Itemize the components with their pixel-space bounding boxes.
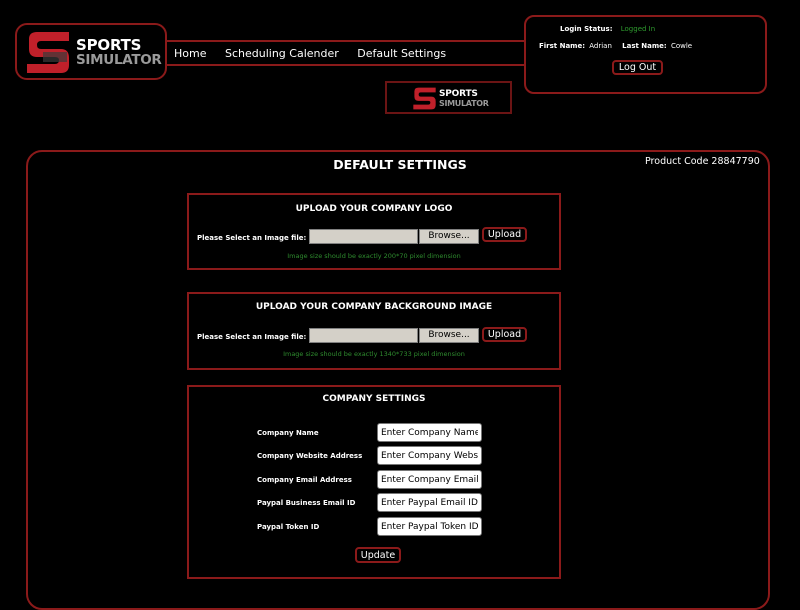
background-browse-button[interactable]: Browse... bbox=[419, 328, 479, 343]
update-button[interactable]: Update bbox=[355, 547, 401, 563]
paypal-email-label: Paypal Business Email ID bbox=[257, 499, 356, 507]
paypal-token-label: Paypal Token ID bbox=[257, 523, 320, 531]
nav-home[interactable]: Home bbox=[174, 47, 206, 60]
background-size-hint: Image size should be exactly 1340*733 pi… bbox=[283, 350, 465, 358]
company-email-label: Company Email Address bbox=[257, 476, 352, 484]
logout-button[interactable]: Log Out bbox=[612, 60, 663, 75]
company-website-input[interactable] bbox=[377, 446, 482, 465]
product-code: Product Code 28847790 bbox=[645, 156, 760, 167]
brand-logo-small: SPORTS SIMULATOR bbox=[385, 81, 512, 114]
background-upload-button[interactable]: Upload bbox=[482, 327, 527, 342]
first-name-label: First Name: bbox=[539, 42, 586, 50]
brand-small-line1: SPORTS bbox=[439, 89, 478, 99]
company-email-input[interactable] bbox=[377, 470, 482, 489]
brand-line2: SIMULATOR bbox=[76, 52, 162, 68]
company-name-input[interactable] bbox=[377, 423, 482, 442]
paypal-email-input[interactable] bbox=[377, 493, 482, 512]
nav-default-settings[interactable]: Default Settings bbox=[357, 47, 446, 60]
logo-upload-title: UPLOAD YOUR COMPANY LOGO bbox=[295, 204, 453, 214]
logo-s-icon bbox=[413, 87, 436, 110]
company-name-label: Company Name bbox=[257, 429, 319, 437]
header-bar-bottom bbox=[165, 64, 527, 66]
logo-size-hint: Image size should be exactly 200*70 pixe… bbox=[287, 252, 461, 260]
background-file-label: Please Select an Image file: bbox=[197, 333, 307, 341]
logo-upload-button[interactable]: Upload bbox=[482, 227, 527, 242]
logo-file-input[interactable] bbox=[309, 229, 418, 244]
last-name-label: Last Name: bbox=[622, 42, 667, 50]
company-website-label: Company Website Address bbox=[257, 452, 363, 460]
brand-logo[interactable]: SPORTS SIMULATOR bbox=[15, 23, 167, 80]
login-status-label: Login Status: bbox=[560, 25, 613, 33]
logo-browse-button[interactable]: Browse... bbox=[419, 229, 479, 244]
logo-file-label: Please Select an Image file: bbox=[197, 234, 307, 242]
nav-scheduling-calender[interactable]: Scheduling Calender bbox=[225, 47, 339, 60]
main-nav: Home Scheduling Calender Default Setting… bbox=[174, 47, 461, 60]
brand-line1: SPORTS bbox=[76, 36, 142, 54]
last-name-value: Cowle bbox=[670, 42, 693, 50]
background-upload-title: UPLOAD YOUR COMPANY BACKGROUND IMAGE bbox=[255, 302, 493, 312]
login-status-value: Logged In bbox=[620, 25, 656, 33]
first-name-value: Adrian bbox=[589, 42, 612, 50]
brand-small-line2: SIMULATOR bbox=[439, 99, 489, 108]
logo-s-icon bbox=[27, 32, 69, 73]
background-file-input[interactable] bbox=[309, 328, 418, 343]
login-panel: Login Status: Logged In First Name: Adri… bbox=[524, 15, 767, 94]
header-bar-top bbox=[165, 40, 527, 42]
paypal-token-input[interactable] bbox=[377, 517, 482, 536]
company-settings-title: COMPANY SETTINGS bbox=[322, 394, 426, 404]
